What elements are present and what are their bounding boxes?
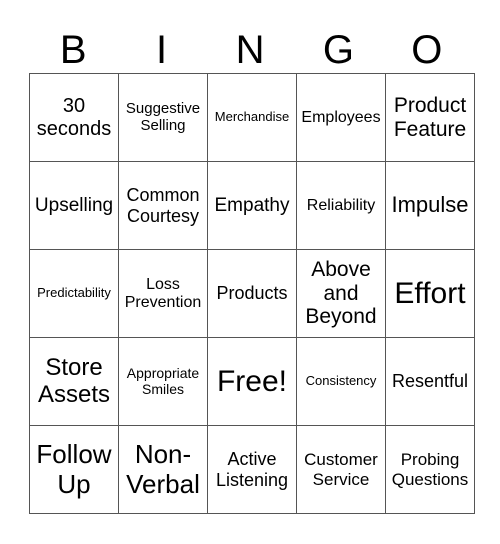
bingo-cell[interactable]: Impulse	[385, 161, 475, 250]
bingo-cell[interactable]: Employees	[296, 73, 386, 162]
bingo-cell[interactable]: Loss Prevention	[118, 249, 208, 338]
grid-row: Follow Up Non-Verbal Active Listening Cu…	[29, 425, 475, 514]
free-space-cell[interactable]: Free!	[207, 337, 297, 426]
bingo-cell[interactable]: Merchandise	[207, 73, 297, 162]
bingo-cell[interactable]: Store Assets	[29, 337, 119, 426]
bingo-cell[interactable]: Empathy	[207, 161, 297, 250]
bingo-cell[interactable]: Suggestive Selling	[118, 73, 208, 162]
bingo-cell[interactable]: Customer Service	[296, 425, 386, 514]
bingo-cell[interactable]: Active Listening	[207, 425, 297, 514]
bingo-cell[interactable]: 30 seconds	[29, 73, 119, 162]
grid-row: 30 seconds Suggestive Selling Merchandis…	[29, 73, 475, 162]
bingo-cell[interactable]: Follow Up	[29, 425, 119, 514]
bingo-grid: 30 seconds Suggestive Selling Merchandis…	[29, 73, 475, 514]
grid-row: Store Assets Appropriate Smiles Free! Co…	[29, 337, 475, 426]
bingo-cell[interactable]: Effort	[385, 249, 475, 338]
bingo-header: B I N G O	[29, 28, 471, 72]
bingo-cell[interactable]: Non-Verbal	[118, 425, 208, 514]
bingo-cell[interactable]: Above and Beyond	[296, 249, 386, 338]
bingo-cell[interactable]: Predictability	[29, 249, 119, 338]
grid-row: Upselling Common Courtesy Empathy Reliab…	[29, 161, 475, 250]
bingo-cell[interactable]: Products	[207, 249, 297, 338]
bingo-cell[interactable]: Upselling	[29, 161, 119, 250]
grid-row: Predictability Loss Prevention Products …	[29, 249, 475, 338]
bingo-cell[interactable]: Resentful	[385, 337, 475, 426]
bingo-cell[interactable]: Reliability	[296, 161, 386, 250]
bingo-cell[interactable]: Consistency	[296, 337, 386, 426]
header-letter-b: B	[59, 28, 87, 72]
bingo-cell[interactable]: Common Courtesy	[118, 161, 208, 250]
header-letter-n: N	[235, 28, 265, 72]
bingo-cell[interactable]: Probing Questions	[385, 425, 475, 514]
bingo-cell[interactable]: Product Feature	[385, 73, 475, 162]
header-letter-o: O	[411, 28, 443, 72]
header-letter-i: I	[156, 28, 168, 72]
header-letter-g: G	[322, 28, 354, 72]
bingo-cell[interactable]: Appropriate Smiles	[118, 337, 208, 426]
